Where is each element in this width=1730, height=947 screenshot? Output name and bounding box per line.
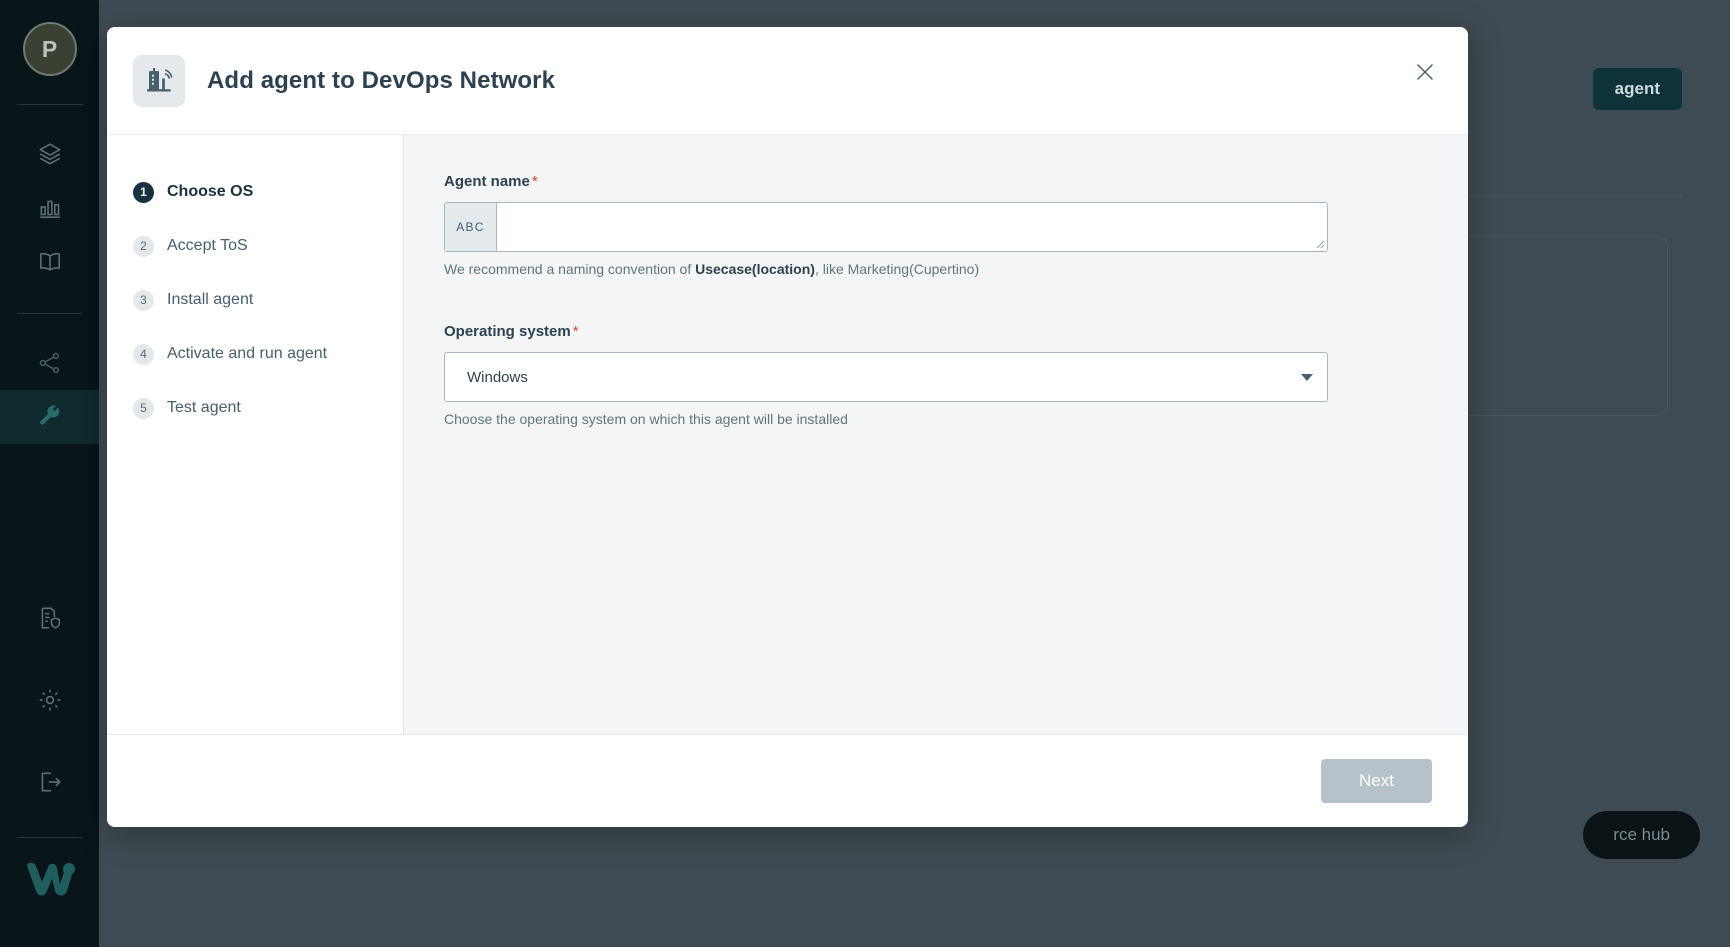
book-icon [37,249,63,275]
helper-bold: Usecase(location) [695,261,815,277]
agent-name-label: Agent name* [444,173,1328,190]
sidebar-divider-top [17,104,83,105]
page-title: Add agent to DevOps Network [207,67,555,95]
background-add-agent-button[interactable]: agent [1593,68,1682,110]
close-icon[interactable] [1410,57,1440,87]
step-label: Test agent [167,399,241,417]
sidebar-item-network[interactable] [0,336,99,390]
left-sidebar: P [0,0,99,947]
form-panel: Agent name* ABC We recommend a naming co… [404,134,1468,734]
sidebar-item-logout[interactable] [0,755,99,809]
sidebar-item-tools[interactable] [0,390,99,444]
step-label: Activate and run agent [167,345,327,363]
step-number: 1 [133,182,154,203]
agent-name-field: Agent name* ABC We recommend a naming co… [444,173,1328,277]
logout-icon [37,769,63,795]
operating-system-select[interactable]: Windows [444,352,1328,402]
required-asterisk: * [573,323,579,340]
sidebar-item-policies[interactable] [0,591,99,645]
step-label: Choose OS [167,183,253,201]
step-number: 4 [133,344,154,365]
w-logo [23,860,77,903]
wizard-stepper: 1 Choose OS 2 Accept ToS 3 Install agent… [107,134,404,734]
next-button[interactable]: Next [1321,759,1432,803]
app-root: P [0,0,1730,947]
operating-system-value: Windows [467,369,1301,386]
step-number: 3 [133,290,154,311]
modal-footer: Next [107,734,1468,827]
step-label: Accept ToS [167,237,248,255]
helper-pre: We recommend a naming convention of [444,261,695,277]
add-agent-modal: Add agent to DevOps Network 1 Choose OS … [107,27,1468,827]
step-label: Install agent [167,291,253,309]
abc-prefix-icon: ABC [445,203,497,251]
step-activate-and-run-agent[interactable]: 4 Activate and run agent [133,327,403,381]
avatar-initial: P [42,36,57,63]
sidebar-divider-mid [17,313,83,314]
sidebar-divider-bottom [17,837,83,838]
sidebar-item-settings[interactable] [0,673,99,727]
agent-name-input-row: ABC [444,202,1328,252]
operating-system-field: Operating system* Windows Choose the ope… [444,323,1328,427]
step-install-agent[interactable]: 3 Install agent [133,273,403,327]
document-shield-icon [37,605,63,631]
avatar[interactable]: P [23,22,77,76]
operating-system-helper-text: Choose the operating system on which thi… [444,411,1328,427]
agent-name-input[interactable] [497,203,1327,251]
building-signal-icon [133,55,185,107]
modal-header: Add agent to DevOps Network [107,27,1468,134]
sidebar-item-library[interactable] [0,235,99,289]
step-choose-os[interactable]: 1 Choose OS [133,165,403,219]
step-number: 2 [133,236,154,257]
required-asterisk: * [532,173,538,190]
chevron-down-icon [1301,374,1313,381]
sidebar-item-inventory[interactable] [0,127,99,181]
operating-system-label-text: Operating system [444,323,571,340]
step-accept-tos[interactable]: 2 Accept ToS [133,219,403,273]
bar-chart-icon [37,195,63,221]
modal-body: 1 Choose OS 2 Accept ToS 3 Install agent… [107,134,1468,734]
agent-name-label-text: Agent name [444,173,530,190]
step-number: 5 [133,398,154,419]
gear-icon [37,687,63,713]
step-test-agent[interactable]: 5 Test agent [133,381,403,435]
helper-post: , like Marketing(Cupertino) [815,261,979,277]
operating-system-label: Operating system* [444,323,1328,340]
wrench-icon [37,404,63,430]
sidebar-item-reports[interactable] [0,181,99,235]
layers-icon [37,141,63,167]
background-resource-hub-button[interactable]: rce hub [1583,811,1700,859]
agent-name-helper-text: We recommend a naming convention of Usec… [444,261,1328,277]
share-nodes-icon [37,350,63,376]
